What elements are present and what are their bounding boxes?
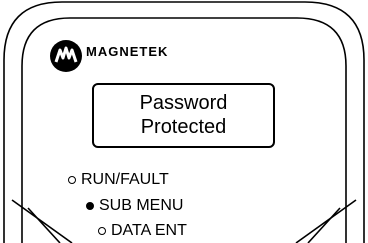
indicator-run-fault: RUN/FAULT — [68, 171, 169, 189]
brand-name: MAGNETEK — [86, 44, 169, 59]
magnetek-logo-icon — [48, 38, 84, 74]
led-data-ent-icon — [98, 227, 106, 235]
led-run-fault-icon — [68, 176, 76, 184]
lcd-line-1: Password — [139, 92, 228, 114]
indicator-label: RUN/FAULT — [81, 171, 169, 188]
led-sub-menu-icon — [86, 202, 94, 210]
lcd-line-2: Protected — [140, 116, 227, 138]
lcd-display: Password Protected — [92, 83, 275, 148]
indicator-label: SUB MENU — [99, 197, 184, 214]
indicator-label: DATA ENT — [111, 222, 187, 239]
indicator-sub-menu: SUB MENU — [86, 197, 183, 215]
keypad-device: MAGNETEK Password Protected RUN/FAULT SU… — [0, 0, 368, 243]
indicator-data-ent: DATA ENT — [98, 222, 187, 240]
